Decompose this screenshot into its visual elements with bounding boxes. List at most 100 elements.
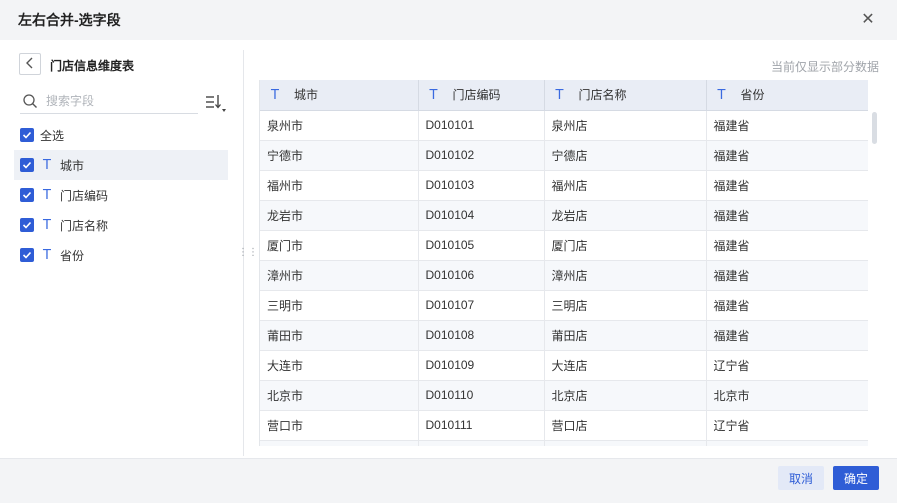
table-cell: 福建省 (706, 110, 868, 141)
table-row: 龙岩市 D010104 龙岩店 福建省 (260, 200, 868, 231)
table-row (260, 440, 868, 446)
preview-table: T 城市 T 门店编码 T 门店名称 T 省份 泉州市 D010101 泉州店 福建省 宁德市 D… (260, 80, 868, 446)
table-cell: 大连店 (544, 350, 707, 381)
table-cell: 福建省 (706, 200, 868, 231)
table-row: 营口市 D010111 营口店 辽宁省 (260, 410, 868, 441)
table-row: 漳州市 D010106 漳州店 福建省 (260, 260, 868, 291)
column-header-label: 门店编码 (452, 88, 501, 103)
table-row: 宁德市 D010102 宁德店 福建省 (260, 140, 868, 171)
preview-panel: 当前仅显示部分数据 T城市 T门店编码 T门店名称 T省份 泉州市D0 (258, 40, 882, 458)
table-cell (418, 440, 545, 446)
checkbox-checked-icon (20, 218, 34, 232)
table-row: 北京市 D010110 北京店 北京市 (260, 380, 868, 411)
table-cell: 漳州市 (260, 260, 419, 291)
sort-fields-button[interactable] (204, 94, 226, 114)
table-cell: 厦门市 (260, 230, 419, 261)
table-row: 泉州市 D010101 泉州店 福建省 (260, 110, 868, 141)
table-cell: 福建省 (706, 320, 868, 351)
table-cell: D010108 (418, 320, 545, 351)
table-cell: 福建省 (706, 170, 868, 201)
column-header-label: 门店名称 (578, 88, 627, 103)
table-cell: D010110 (418, 380, 545, 411)
table-cell: 北京店 (544, 380, 707, 411)
text-type-icon: T (43, 157, 51, 173)
field-label: 省份 (60, 248, 85, 263)
field-label: 城市 (60, 158, 85, 173)
table-cell (706, 440, 868, 446)
text-type-icon: T (271, 88, 279, 104)
table-row: 福州市 D010103 福州店 福建省 (260, 170, 868, 201)
field-label: 门店名称 (60, 218, 109, 233)
select-all-label: 全选 (40, 128, 65, 143)
table-body: 泉州市 D010101 泉州店 福建省 宁德市 D010102 宁德店 福建省 福州市 D0101… (260, 110, 868, 446)
search-icon (22, 93, 38, 109)
table-cell: D010111 (418, 410, 545, 441)
text-type-icon: T (43, 247, 51, 263)
table-cell: D010106 (418, 260, 545, 291)
table-cell: D010109 (418, 350, 545, 381)
table-cell: 大连市 (260, 350, 419, 381)
table-cell: 龙岩市 (260, 200, 419, 231)
table-cell: 宁德店 (544, 140, 707, 171)
table-row: 莆田市 D010108 莆田店 福建省 (260, 320, 868, 351)
cancel-button[interactable]: 取消 (778, 466, 824, 490)
table-row: 厦门市 D010105 厦门店 福建省 (260, 230, 868, 261)
table-row: 三明市 D010107 三明店 福建省 (260, 290, 868, 321)
checkbox-checked-icon (20, 248, 34, 262)
table-cell: D010107 (418, 290, 545, 321)
search-placeholder: 搜索字段 (46, 94, 95, 108)
checkbox-checked-icon (20, 188, 34, 202)
table-cell (544, 440, 707, 446)
table-cell: 三明店 (544, 290, 707, 321)
table-name: 门店信息维度表 (50, 59, 135, 73)
table-cell: 北京市 (260, 380, 419, 411)
table-cell: 泉州店 (544, 110, 707, 141)
field-label: 门店编码 (60, 188, 109, 203)
table-cell: 营口店 (544, 410, 707, 441)
table-cell: 福建省 (706, 290, 868, 321)
table-cell: 莆田市 (260, 320, 419, 351)
close-icon[interactable]: ✕ (859, 11, 877, 29)
table-cell: 福建省 (706, 260, 868, 291)
checkbox-checked-icon (20, 158, 34, 172)
table-cell: 宁德市 (260, 140, 419, 171)
back-button[interactable] (19, 53, 41, 75)
column-header-label: 城市 (294, 88, 319, 103)
field-item-province[interactable]: T 省份 (14, 240, 228, 270)
dialog-titlebar: 左右合并-选字段 ✕ (0, 0, 897, 40)
table-cell: 营口市 (260, 410, 419, 441)
column-header-label: 省份 (740, 88, 765, 103)
confirm-button[interactable]: 确定 (833, 466, 879, 490)
column-header: T 城市 (260, 80, 419, 111)
table-header-row: T 城市 T 门店编码 T 门店名称 T 省份 (260, 80, 868, 111)
text-type-icon: T (429, 88, 438, 104)
partial-data-note: 当前仅显示部分数据 (770, 60, 879, 74)
sort-icon (204, 95, 226, 117)
select-all-checkbox[interactable]: 全选 (14, 120, 228, 150)
column-header: T 门店编码 (418, 80, 545, 111)
table-cell: D010105 (418, 230, 545, 261)
table-cell: 福州市 (260, 170, 419, 201)
chevron-left-icon (25, 57, 35, 72)
field-item-store-code[interactable]: T 门店编码 (14, 180, 228, 210)
table-cell: D010101 (418, 110, 545, 141)
table-cell: 福州店 (544, 170, 707, 201)
search-input[interactable]: 搜索字段 (20, 88, 198, 114)
table-cell: D010102 (418, 140, 545, 171)
table-cell: 辽宁省 (706, 350, 868, 381)
resize-handle-icon[interactable]: ⋮⋮ (238, 246, 258, 260)
field-panel: 门店信息维度表 搜索字段 全选 T 城市 T 门店编码 T 门店名称 T 省份 (0, 40, 244, 456)
table-cell (260, 440, 419, 446)
table-cell: 莆田店 (544, 320, 707, 351)
dialog-body: 门店信息维度表 搜索字段 全选 T 城市 T 门店编码 T 门店名称 T 省份 … (0, 40, 897, 458)
table-cell: 泉州市 (260, 110, 419, 141)
field-item-store-name[interactable]: T 门店名称 (14, 210, 228, 240)
merge-field-dialog: 左右合并-选字段 ✕ 门店信息维度表 搜索字段 全选 T 城市 T 门店编码 T… (0, 0, 897, 503)
table-cell: D010104 (418, 200, 545, 231)
text-type-icon: T (43, 187, 51, 203)
table-row: 大连市 D010109 大连店 辽宁省 (260, 350, 868, 381)
table-cell: 厦门店 (544, 230, 707, 261)
field-item-city[interactable]: T 城市 (14, 150, 228, 180)
table-scrollbar[interactable] (872, 112, 877, 144)
dialog-title: 左右合并-选字段 (18, 12, 121, 28)
